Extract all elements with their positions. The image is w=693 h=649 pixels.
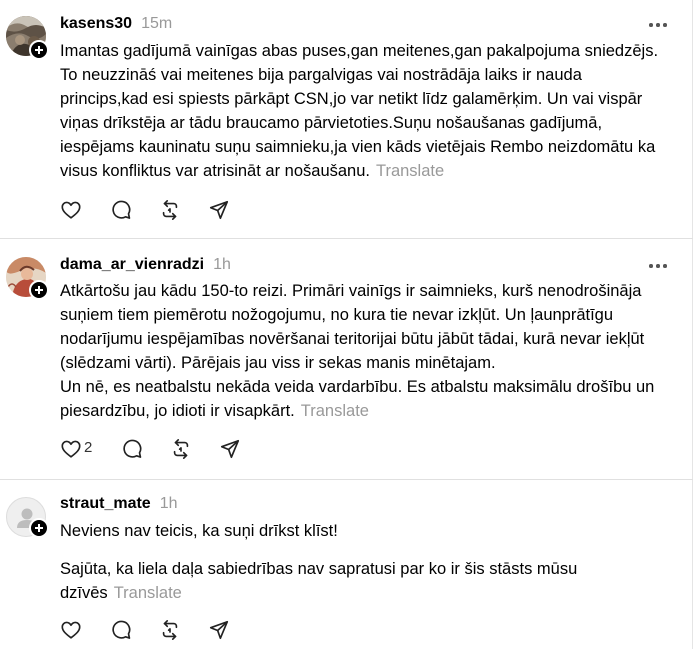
post-text: Sajūta, ka liela daļa sabiedrības nav sa… (60, 560, 578, 602)
more-icon[interactable] (649, 263, 667, 269)
reply-post: straut_mate 1h Neviens nav teicis, ka su… (0, 480, 693, 649)
translate-link[interactable]: Translate (301, 402, 369, 420)
heart-icon[interactable] (60, 619, 82, 641)
reply-post: dama_ar_vienradzi 1h Atkārtošu jau kādu … (0, 239, 693, 479)
comment-icon[interactable] (110, 619, 132, 641)
timestamp[interactable]: 1h (213, 256, 231, 274)
repost-icon[interactable] (159, 199, 181, 221)
post-header: straut_mate 1h (60, 495, 178, 513)
send-icon[interactable] (219, 438, 241, 460)
heart-icon[interactable] (60, 438, 82, 460)
timestamp[interactable]: 1h (160, 495, 178, 513)
post-header: kasens30 15m (60, 15, 172, 33)
comment-icon[interactable] (110, 199, 132, 221)
post-body: Imantas gadījumā vainīgas abas puses,gan… (60, 39, 680, 183)
username[interactable]: dama_ar_vienradzi (60, 256, 204, 274)
send-icon[interactable] (208, 199, 230, 221)
like-count[interactable]: 2 (84, 439, 92, 456)
translate-link[interactable]: Translate (114, 584, 182, 602)
follow-plus-icon[interactable] (29, 518, 49, 538)
repost-icon[interactable] (159, 619, 181, 641)
more-icon[interactable] (649, 22, 667, 28)
translate-link[interactable]: Translate (376, 162, 444, 180)
username[interactable]: straut_mate (60, 495, 151, 513)
follow-plus-icon[interactable] (29, 40, 49, 60)
follow-plus-icon[interactable] (29, 280, 49, 300)
timestamp[interactable]: 15m (141, 15, 172, 33)
post-text: Neviens nav teicis, ka suņi drīkst klīst… (60, 522, 338, 540)
comment-icon[interactable] (121, 438, 143, 460)
post-body: Neviens nav teicis, ka suņi drīkst klīst… (60, 519, 680, 605)
heart-icon[interactable] (60, 199, 82, 221)
username[interactable]: kasens30 (60, 15, 132, 33)
post-header: dama_ar_vienradzi 1h (60, 256, 231, 274)
repost-icon[interactable] (170, 438, 192, 460)
post-text: Atkārtošu jau kādu 150-to reizi. Primāri… (60, 282, 655, 420)
send-icon[interactable] (208, 619, 230, 641)
reply-post: kasens30 15m Imantas gadījumā vainīgas a… (0, 0, 693, 238)
post-body: Atkārtošu jau kādu 150-to reizi. Primāri… (60, 279, 680, 423)
post-text: Imantas gadījumā vainīgas abas puses,gan… (60, 42, 659, 180)
thread-replies: kasens30 15m Imantas gadījumā vainīgas a… (0, 0, 693, 649)
